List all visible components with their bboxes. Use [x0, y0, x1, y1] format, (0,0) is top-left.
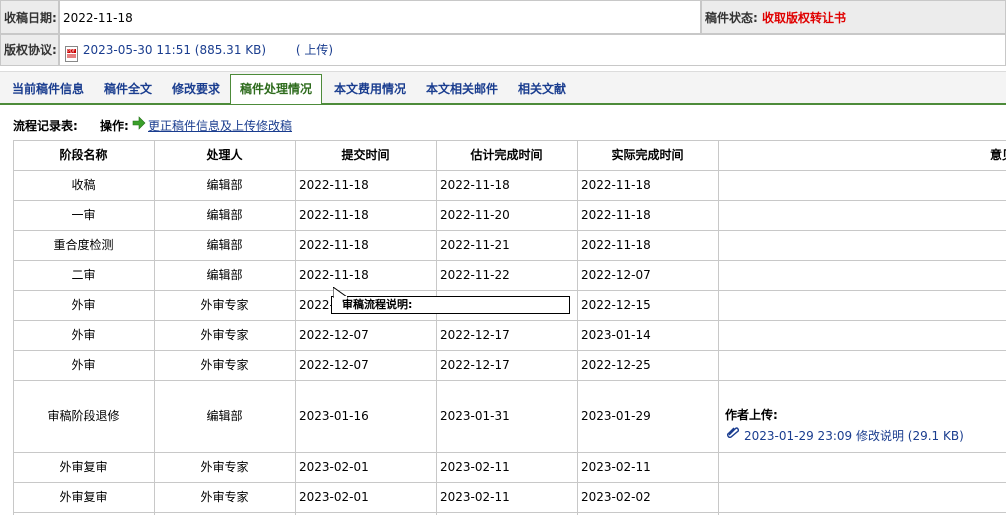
cell-submit-time: 2023-02-01	[299, 460, 369, 474]
cell-stage: 重合度检测	[53, 238, 114, 252]
cell-submit-time: 2022-12-07	[299, 358, 369, 372]
manuscript-info: 收稿日期: 2022-11-18 稿件状态: 收取版权转让书 版权协议: PDF…	[0, 0, 1006, 66]
cell-stage: 外审复审	[59, 490, 108, 504]
header-est-time: 估计完成时间	[470, 148, 543, 162]
cell-actual-time: 2022-12-07	[581, 268, 651, 282]
tab-current-info[interactable]: 当前稿件信息	[4, 75, 92, 103]
operation-label: 操作:	[100, 119, 129, 133]
cell-actual-time: 2023-02-02	[581, 490, 651, 504]
cell-submit-time: 2022-11-18	[299, 238, 369, 252]
cell-handler: 编辑部	[206, 238, 243, 252]
cell-handler: 外审专家	[200, 460, 249, 474]
cell-stage: 外审复审	[59, 460, 108, 474]
cell-actual-time: 2023-01-14	[581, 328, 651, 342]
receive-date-label: 收稿日期:	[0, 0, 59, 34]
cell-actual-time: 2023-01-29	[581, 409, 651, 423]
cell-submit-time: 2022-11-18	[299, 268, 369, 282]
cell-actual-time: 2022-11-18	[581, 238, 651, 252]
cell-submit-time: 2022-12-07	[299, 328, 369, 342]
cell-submit-time: 2023-01-16	[299, 409, 369, 423]
upload-link[interactable]: ( 上传)	[296, 43, 333, 57]
cell-handler: 编辑部	[206, 178, 243, 192]
cell-stage: 外审	[71, 358, 96, 372]
tab-fulltext[interactable]: 稿件全文	[96, 75, 160, 103]
cell-stage: 外审	[71, 328, 96, 342]
cell-submit-time: 2023-02-01	[299, 490, 369, 504]
author-upload-file-link[interactable]: 2023-01-29 23:09 修改说明 (29.1 KB)	[744, 427, 964, 444]
cell-stage: 收稿	[71, 178, 96, 192]
cell-handler: 编辑部	[206, 208, 243, 222]
copyright-label: 版权协议:	[0, 34, 59, 66]
row-divider	[13, 512, 1006, 513]
cell-est-time: 2022-12-17	[440, 358, 510, 372]
cell-actual-time: 2022-12-15	[581, 298, 651, 312]
cell-submit-time: 2022-11-18	[299, 178, 369, 192]
column-divider	[436, 140, 437, 515]
cell-submit-time: 2022-11-18	[299, 208, 369, 222]
cell-actual-time: 2022-12-25	[581, 358, 651, 372]
cell-handler: 外审专家	[200, 490, 249, 504]
tooltip-pointer	[332, 286, 349, 302]
tab-emails[interactable]: 本文相关邮件	[418, 75, 506, 103]
arrow-right-icon	[132, 116, 146, 133]
copyright-cell: PDF 2023-05-30 11:51 (885.31 KB) ( 上传)	[59, 34, 1006, 66]
cell-est-time: 2023-01-31	[440, 409, 510, 423]
header-handler: 处理人	[206, 148, 243, 162]
cell-handler: 外审专家	[200, 298, 249, 312]
status-cell: 稿件状态: 收取版权转让书	[701, 0, 1006, 34]
pdf-icon: PDF	[65, 43, 79, 62]
flow-record-label: 流程记录表:	[13, 119, 78, 133]
paperclip-icon	[726, 426, 740, 441]
column-divider	[718, 140, 719, 515]
column-divider	[577, 140, 578, 515]
cell-est-time: 2022-11-18	[440, 178, 510, 192]
cell-stage: 二审	[71, 268, 96, 282]
cell-handler: 编辑部	[206, 268, 243, 282]
tab-processing-status[interactable]: 稿件处理情况	[230, 74, 322, 104]
tab-revision-requests[interactable]: 修改要求	[164, 75, 228, 103]
cell-est-time: 2023-02-11	[440, 460, 510, 474]
status-value: 收取版权转让书	[762, 11, 847, 25]
cell-stage: 审稿阶段退修	[47, 409, 120, 423]
cell-handler: 外审专家	[200, 358, 249, 372]
header-submit-time: 提交时间	[341, 148, 390, 162]
cell-actual-time: 2022-11-18	[581, 208, 651, 222]
receive-date-value: 2022-11-18	[59, 0, 701, 34]
cell-stage: 外审	[71, 298, 96, 312]
cell-actual-time: 2022-11-18	[581, 178, 651, 192]
tab-fees[interactable]: 本文费用情况	[326, 75, 414, 103]
column-divider	[295, 140, 296, 515]
author-upload-label: 作者上传:	[725, 408, 778, 422]
cell-est-time: 2022-11-22	[440, 268, 510, 282]
status-label: 稿件状态:	[705, 11, 758, 25]
correct-upload-link[interactable]: 更正稿件信息及上传修改稿	[148, 117, 292, 134]
tab-references[interactable]: 相关文献	[510, 75, 574, 103]
copyright-file-link[interactable]: 2023-05-30 11:51 (885.31 KB)	[83, 43, 266, 57]
svg-text:PDF: PDF	[67, 48, 75, 53]
header-stage: 阶段名称	[59, 148, 108, 162]
cell-handler: 编辑部	[206, 409, 243, 423]
process-explanation-tooltip: 审稿流程说明:	[331, 296, 570, 314]
cell-est-time: 2022-11-21	[440, 238, 510, 252]
cell-est-time: 2022-12-17	[440, 328, 510, 342]
header-actual-time: 实际完成时间	[611, 148, 684, 162]
cell-stage: 一审	[71, 208, 96, 222]
cell-handler: 外审专家	[200, 328, 249, 342]
cell-actual-time: 2023-02-11	[581, 460, 651, 474]
cell-est-time: 2022-11-20	[440, 208, 510, 222]
cell-est-time: 2023-02-11	[440, 490, 510, 504]
header-opinion: 意见	[990, 148, 1006, 162]
